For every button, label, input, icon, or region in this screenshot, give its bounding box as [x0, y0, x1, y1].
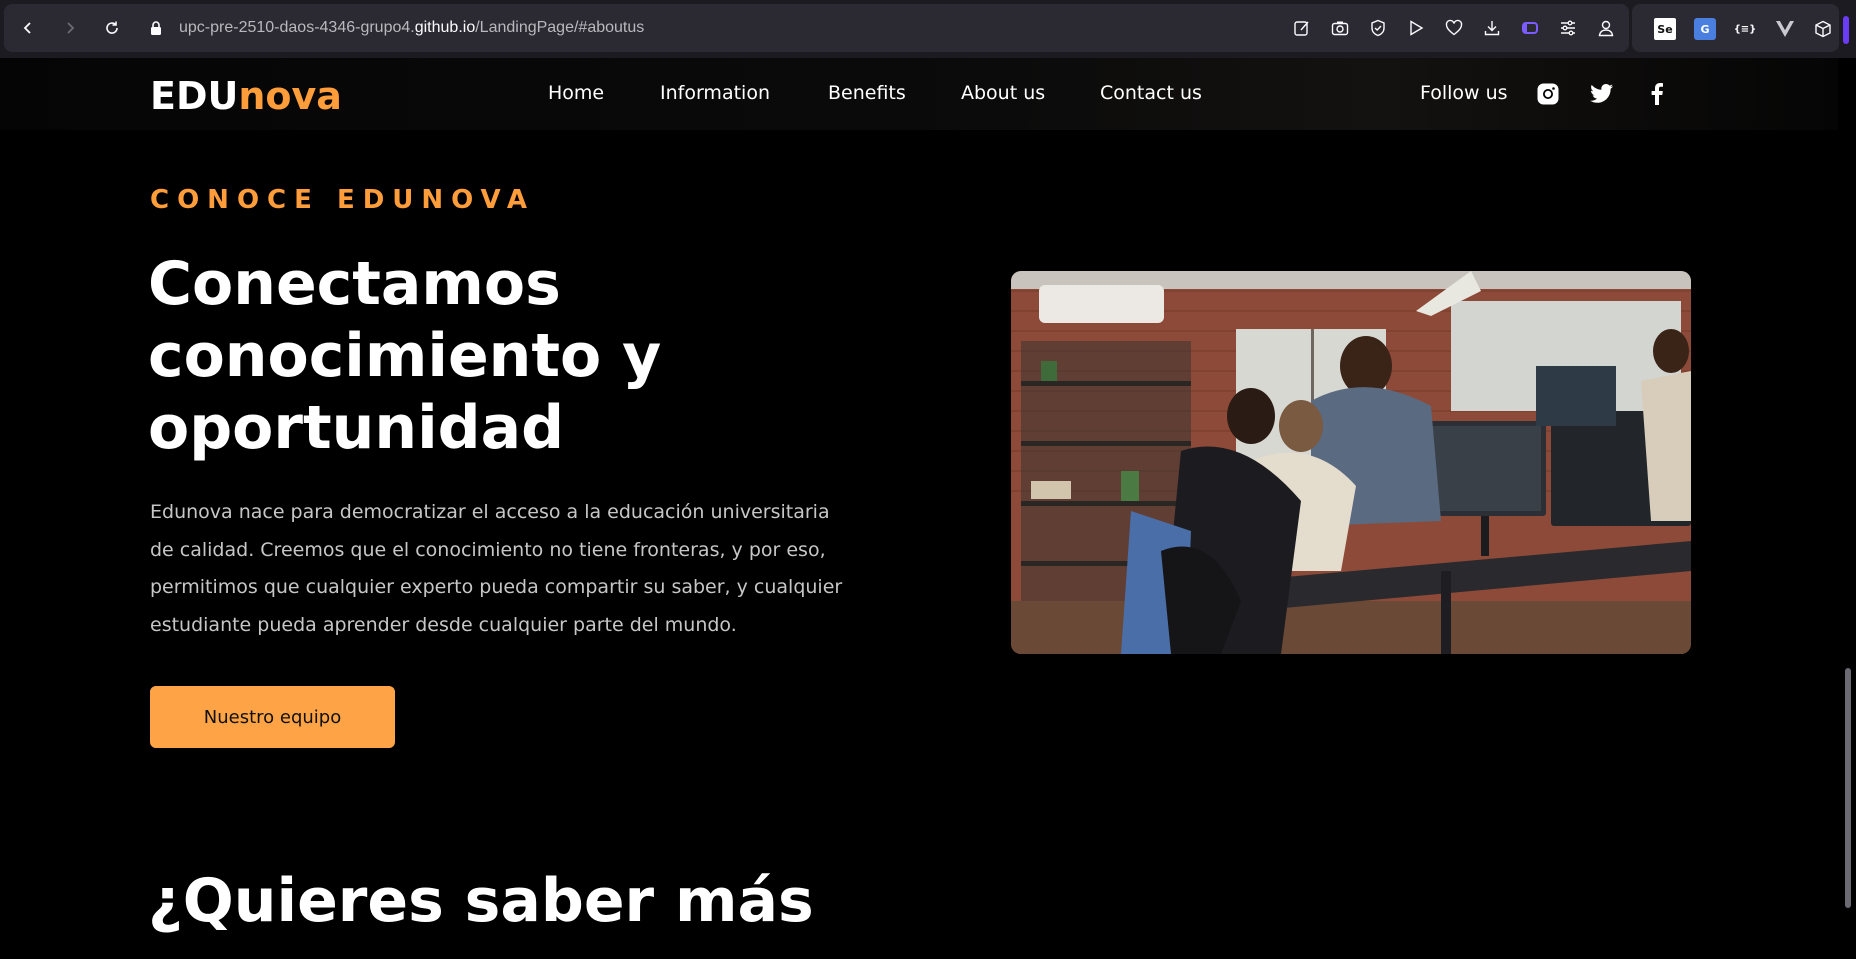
sliders-icon[interactable] [1558, 18, 1578, 38]
follow-label: Follow us [1420, 82, 1508, 104]
download-icon[interactable] [1482, 18, 1502, 38]
json-extension-icon[interactable]: {≡} [1734, 18, 1757, 40]
address-bar[interactable]: upc-pre-2510-daos-4346-grupo4.github.io/… [4, 4, 1629, 52]
forward-button[interactable] [58, 16, 82, 40]
url-field[interactable]: upc-pre-2510-daos-4346-grupo4.github.io/… [179, 19, 644, 37]
back-arrow-icon [23, 22, 31, 34]
twitter-icon[interactable] [1590, 82, 1614, 106]
lock-icon [151, 21, 161, 35]
forward-arrow-icon [67, 22, 75, 34]
selenium-extension-icon[interactable]: Se [1654, 18, 1676, 40]
nav-link-home[interactable]: Home [548, 82, 604, 104]
shield-icon[interactable] [1368, 18, 1388, 38]
scrollbar-thumb[interactable] [1845, 668, 1851, 908]
tab-icon[interactable] [1520, 18, 1540, 38]
heart-icon[interactable] [1444, 18, 1464, 38]
lock-button[interactable] [144, 16, 168, 40]
extensions-bar: Se G {≡} [1632, 4, 1839, 52]
team-button[interactable]: Nuestro equipo [150, 686, 395, 748]
logo-part-nova: nova [238, 74, 342, 118]
reload-icon [106, 21, 118, 34]
edit-icon[interactable] [1292, 18, 1312, 38]
nav-link-about[interactable]: About us [961, 82, 1045, 104]
back-button[interactable] [16, 16, 40, 40]
logo-part-edu: EDU [150, 74, 239, 118]
url-prefix: upc-pre-2510-daos-4346-grupo4. [179, 19, 415, 36]
instagram-icon[interactable] [1536, 82, 1560, 106]
about-headline: Conectamos conocimiento y oportunidad [148, 249, 662, 463]
team-photo [1011, 271, 1691, 654]
extensions-cube-icon[interactable] [1812, 18, 1834, 40]
account-icon[interactable] [1596, 18, 1616, 38]
reload-button[interactable] [100, 16, 124, 40]
about-description: Edunova nace para democratizar el acceso… [150, 501, 843, 636]
browser-chrome: upc-pre-2510-daos-4346-grupo4.github.io/… [0, 0, 1856, 58]
facebook-icon[interactable] [1645, 82, 1669, 106]
camera-icon[interactable] [1330, 18, 1350, 38]
nav-link-contact[interactable]: Contact us [1100, 82, 1202, 104]
translate-extension-icon[interactable]: G [1694, 18, 1716, 40]
site-logo[interactable]: EDUnova [150, 74, 342, 118]
vue-devtools-icon[interactable] [1774, 18, 1796, 40]
next-section-heading: ¿Quieres saber más [148, 866, 814, 936]
sidebar-indicator [1843, 16, 1849, 44]
play-icon[interactable] [1406, 18, 1426, 38]
nav-link-benefits[interactable]: Benefits [828, 82, 906, 104]
site-header: EDUnova Home Information Benefits About … [0, 58, 1838, 130]
url-domain: github.io [414, 19, 476, 36]
nav-link-information[interactable]: Information [660, 82, 770, 104]
section-eyebrow: CONOCE EDUNOVA [150, 185, 536, 215]
page-viewport: EDUnova Home Information Benefits About … [0, 58, 1838, 959]
url-path: /LandingPage/#aboutus [475, 19, 645, 36]
